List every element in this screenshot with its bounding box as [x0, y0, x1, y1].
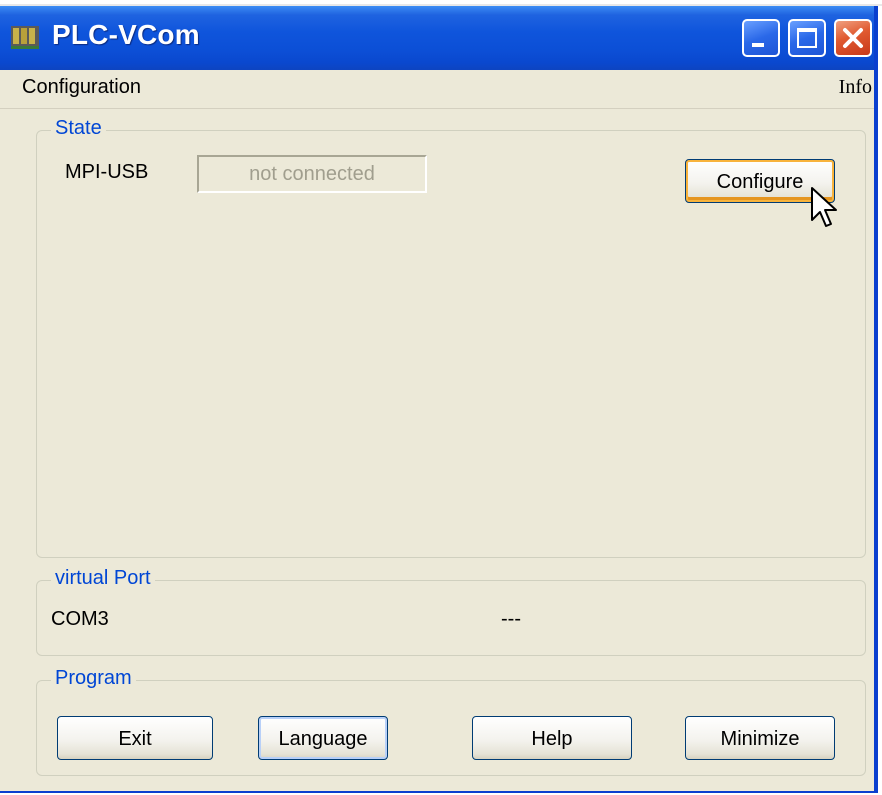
minimize-button[interactable]	[742, 19, 780, 57]
close-button[interactable]	[834, 19, 872, 57]
state-group: State MPI-USB not connected Configure	[36, 117, 866, 558]
plc-vcom-window: PLC-VCom Configuration Info State MPI-US…	[0, 6, 878, 793]
language-button[interactable]: Language	[258, 716, 388, 760]
virtual-port-name: COM3	[51, 608, 109, 630]
menu-bar: Configuration Info	[0, 70, 874, 109]
virtual-port-value: ---	[501, 608, 521, 630]
mouse-pointer-icon	[811, 187, 837, 227]
menu-info[interactable]: Info	[839, 76, 872, 99]
menu-configuration[interactable]: Configuration	[22, 76, 141, 99]
minimize-icon	[752, 43, 764, 47]
connection-status-field: not connected	[197, 155, 427, 193]
virtual-port-group: virtual Port COM3 ---	[36, 567, 866, 656]
program-group: Program Exit Language Help Minimize	[36, 667, 866, 776]
maximize-icon	[797, 28, 817, 48]
device-label: MPI-USB	[65, 161, 149, 183]
program-group-label: Program	[51, 667, 136, 690]
title-bar[interactable]: PLC-VCom	[0, 6, 874, 70]
minimize-app-button[interactable]: Minimize	[685, 716, 835, 760]
maximize-button[interactable]	[788, 19, 826, 57]
window-title: PLC-VCom	[52, 19, 200, 50]
virtual-port-group-label: virtual Port	[51, 567, 155, 590]
exit-button[interactable]: Exit	[57, 716, 213, 760]
help-button[interactable]: Help	[472, 716, 632, 760]
plc-app-icon	[11, 26, 39, 49]
close-icon	[843, 28, 863, 48]
state-group-label: State	[51, 117, 106, 140]
